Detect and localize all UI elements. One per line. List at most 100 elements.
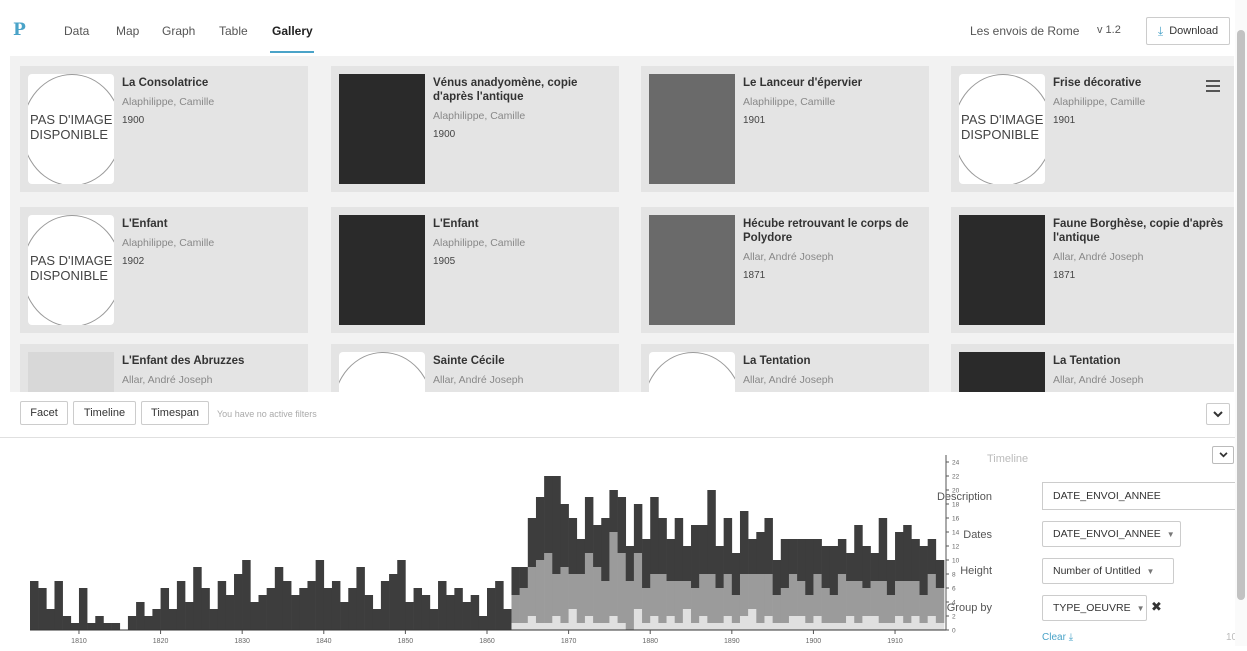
timeline-bar[interactable] (331, 581, 341, 630)
artwork-title[interactable]: Hécube retrouvant le corps de Polydore (743, 217, 923, 245)
timeline-bar[interactable] (209, 609, 218, 630)
timeline-bar[interactable] (691, 623, 700, 630)
timeline-bar[interactable] (854, 525, 863, 581)
timeline-bar[interactable] (544, 623, 553, 630)
timeline-bar[interactable] (682, 546, 692, 581)
artwork-title[interactable]: La Consolatrice (122, 76, 302, 90)
timeline-bar[interactable] (805, 539, 814, 595)
timeline-bar[interactable] (715, 546, 724, 588)
timeline-bar[interactable] (250, 602, 259, 630)
artwork-thumbnail[interactable] (649, 215, 735, 325)
timeline-bar[interactable] (829, 623, 839, 630)
timeline-bar[interactable] (870, 581, 880, 616)
artwork-title[interactable]: L'Enfant des Abruzzes (122, 354, 302, 368)
gallery-card[interactable]: Le Lanceur d'épervier Alaphilippe, Camill… (641, 66, 929, 192)
timeline-bar[interactable] (780, 539, 790, 588)
timeline-bar[interactable] (487, 588, 496, 630)
timeline-bar[interactable] (535, 623, 545, 630)
timespan-button[interactable]: Timespan (141, 401, 209, 425)
timeline-bar[interactable] (601, 623, 610, 630)
timeline-bar[interactable] (846, 616, 855, 630)
timeline-bar[interactable] (633, 609, 643, 630)
timeline-bar[interactable] (674, 623, 684, 630)
timeline-bar[interactable] (731, 553, 741, 595)
timeline-bar[interactable] (282, 581, 292, 630)
timeline-bar[interactable] (601, 518, 610, 581)
timeline-bar[interactable] (258, 595, 267, 630)
timeline-bar[interactable] (617, 623, 627, 630)
gallery-card[interactable]: L'Enfant des Abruzzes Allar, André Joseph (20, 344, 308, 392)
timeline-bar[interactable] (715, 623, 724, 630)
timeline-bar[interactable] (348, 588, 357, 630)
timeline-bar[interactable] (642, 623, 651, 630)
group-by-select[interactable]: TYPE_OEUVRE ▼ (1042, 595, 1147, 621)
timeline-bar[interactable] (446, 595, 455, 630)
timeline-bar[interactable] (552, 574, 561, 616)
timeline-bar[interactable] (837, 574, 847, 623)
timeline-bar[interactable] (511, 567, 520, 595)
remove-group-icon[interactable]: ✖ (1151, 599, 1162, 615)
timeline-bar[interactable] (560, 504, 569, 567)
timeline-bar[interactable] (54, 581, 63, 630)
timeline-bar[interactable] (70, 623, 80, 630)
timeline-bar[interactable] (658, 518, 667, 574)
timeline-bar[interactable] (576, 539, 586, 574)
timeline-bar[interactable] (805, 595, 814, 623)
timeline-bar[interactable] (731, 623, 741, 630)
tab-data[interactable]: Data (64, 24, 89, 38)
timeline-bar[interactable] (527, 518, 537, 567)
timeline-bar[interactable] (903, 623, 912, 630)
timeline-bar[interactable] (470, 595, 480, 630)
timeline-bar[interactable] (927, 539, 937, 574)
tab-map[interactable]: Map (116, 24, 139, 38)
artwork-title[interactable]: L'Enfant (433, 217, 613, 231)
timeline-bar[interactable] (519, 588, 529, 623)
timeline-bar[interactable] (405, 602, 414, 630)
timeline-bar[interactable] (380, 581, 390, 630)
timeline-bar[interactable] (454, 588, 463, 630)
timeline-bar[interactable] (911, 539, 920, 581)
timeline-bar[interactable] (38, 588, 47, 630)
tab-table[interactable]: Table (219, 24, 248, 38)
timeline-bar[interactable] (911, 616, 920, 630)
timeline-bar[interactable] (682, 609, 692, 630)
timeline-bar[interactable] (764, 518, 773, 574)
timeline-bar[interactable] (62, 616, 72, 630)
timeline-bar[interactable] (854, 581, 863, 623)
timeline-bar[interactable] (658, 574, 667, 623)
panel-collapse-button[interactable] (1212, 446, 1234, 464)
timeline-bar[interactable] (837, 539, 847, 574)
timeline-bar[interactable] (772, 595, 782, 623)
tab-graph[interactable]: Graph (162, 24, 195, 38)
timeline-bar[interactable] (699, 525, 708, 574)
gallery-card[interactable]: PAS D'IMAGE DISPONIBLE Frise décorative Al… (951, 66, 1234, 192)
timeline-bar[interactable] (413, 588, 423, 630)
timeline-bar[interactable] (217, 581, 227, 630)
timeline-bar[interactable] (552, 616, 561, 630)
timeline-bar[interactable] (813, 539, 822, 574)
timeline-bar[interactable] (650, 574, 659, 616)
timeline-bar[interactable] (568, 574, 578, 609)
timeline-bar[interactable] (707, 623, 716, 630)
timeline-bar[interactable] (389, 574, 398, 630)
timeline-bar[interactable] (625, 546, 635, 581)
timeline-bar[interactable] (87, 623, 96, 630)
gallery-card[interactable]: PAS D'IMAGE DISPONIBLE L'Enfant Alaphilipp… (20, 207, 308, 333)
gallery-card[interactable]: PAS D'IMAGE DISPONIBLE La Consolatrice Ala… (20, 66, 308, 192)
artwork-thumbnail[interactable] (28, 352, 114, 392)
timeline-bar[interactable] (813, 616, 822, 630)
timeline-bar[interactable] (780, 623, 790, 630)
timeline-bar[interactable] (617, 553, 627, 623)
timeline-bar[interactable] (821, 623, 831, 630)
timeline-bar[interactable] (642, 539, 651, 588)
timeline-bar[interactable] (682, 581, 692, 609)
timeline-bar[interactable] (895, 616, 904, 630)
timeline-bar[interactable] (633, 504, 643, 553)
timeline-bar[interactable] (438, 581, 447, 630)
timeline-bar[interactable] (756, 623, 765, 630)
timeline-bar[interactable] (674, 518, 684, 581)
gallery-card[interactable]: Faune Borghèse, copie d'après l'antique A… (951, 207, 1234, 333)
timeline-bar[interactable] (152, 609, 161, 630)
timeline-bar[interactable] (870, 616, 880, 630)
timeline-bar[interactable] (878, 581, 888, 623)
